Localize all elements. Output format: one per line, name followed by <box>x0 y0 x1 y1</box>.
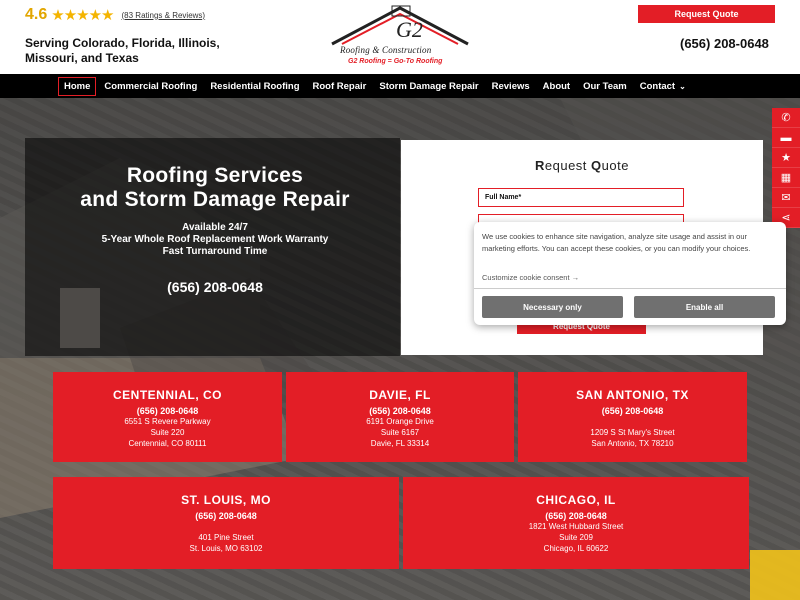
location-card-centennial[interactable]: CENTENNIAL, CO (656) 208-0648 6551 S Rev… <box>53 372 282 462</box>
location-phone[interactable]: (656) 208-0648 <box>53 511 399 521</box>
site-header: 4.6 ★★★★★ (83 Ratings & Reviews) Serving… <box>0 0 800 74</box>
full-name-field[interactable]: Full Name* <box>478 188 684 207</box>
location-address-line: Davie, FL 33314 <box>370 439 430 448</box>
rating-stars-icon: ★★★★★ <box>51 7 114 24</box>
location-address-line: Suite 6167 <box>380 428 420 437</box>
logo-wordmark: Roofing & Construction <box>340 45 432 55</box>
roof-logo-icon: G2 <box>331 5 469 46</box>
hero-feature-warranty: 5-Year Whole Roof Replacement Work Warra… <box>101 234 329 245</box>
cookie-divider <box>474 288 786 289</box>
form-title: Request Quote <box>535 158 629 173</box>
location-city: DAVIE, FL <box>369 388 431 402</box>
email-icon[interactable]: ✉ <box>772 188 800 208</box>
header-phone-link[interactable]: (656) 208-0648 <box>680 36 769 51</box>
hero-features: Available 24/7 5-Year Whole Roof Replace… <box>25 222 405 258</box>
hero-title-line1: Roofing Services <box>126 164 304 187</box>
location-address-line: Chicago, IL 60622 <box>543 544 609 553</box>
location-address-line <box>518 416 747 427</box>
hero-title: Roofing Services and Storm Damage Repair <box>25 164 405 212</box>
nav-storm-damage-repair[interactable]: Storm Damage Repair <box>379 81 478 92</box>
nav-commercial-roofing[interactable]: Commercial Roofing <box>104 81 197 92</box>
logo-tagline: G2 Roofing = Go-To Roofing <box>348 58 443 65</box>
service-area-text: Serving Colorado, Florida, Illinois, Mis… <box>25 36 220 65</box>
g2-logo[interactable]: G2 Roofing & Construction G2 Roofing = G… <box>320 4 480 70</box>
request-quote-button[interactable]: Request Quote <box>638 5 775 23</box>
main-nav: Home Commercial Roofing Residential Roof… <box>0 74 800 98</box>
nav-our-team[interactable]: Our Team <box>583 81 627 92</box>
nav-about[interactable]: About <box>543 81 570 92</box>
nav-residential-roofing[interactable]: Residential Roofing <box>210 81 299 92</box>
location-address-line: 6191 Orange Drive <box>366 417 434 426</box>
location-address-line: 1821 West Hubbard Street <box>528 522 624 531</box>
location-city: CHICAGO, IL <box>536 493 616 507</box>
rating-summary: 4.6 ★★★★★ (83 Ratings & Reviews) <box>25 6 205 24</box>
hero-feature-available: Available 24/7 <box>182 222 248 233</box>
nav-home[interactable]: Home <box>58 76 97 96</box>
location-address-line: St. Louis, MO 63102 <box>189 544 263 553</box>
side-contact-bar: ✆ ▬ ★ ▦ ✉ ⋖ <box>772 108 800 228</box>
location-phone[interactable]: (656) 208-0648 <box>518 406 747 416</box>
nav-contact[interactable]: Contact ⌄ <box>640 81 686 92</box>
ratings-reviews-link[interactable]: (83 Ratings & Reviews) <box>122 11 206 20</box>
phone-icon[interactable]: ✆ <box>772 108 800 128</box>
hero-feature-turnaround: Fast Turnaround Time <box>162 246 268 257</box>
rating-value: 4.6 <box>25 6 48 23</box>
cookie-message: We use cookies to enhance site navigatio… <box>482 232 751 253</box>
location-card-davie[interactable]: DAVIE, FL (656) 208-0648 6191 Orange Dri… <box>286 372 514 462</box>
location-phone[interactable]: (656) 208-0648 <box>403 511 749 521</box>
location-address-line: 401 Pine Street <box>198 533 254 542</box>
location-address-line: San Antonio, TX 78210 <box>591 439 674 448</box>
location-card-chicago[interactable]: CHICAGO, IL (656) 208-0648 1821 West Hub… <box>403 477 749 569</box>
calendar-icon[interactable]: ▦ <box>772 168 800 188</box>
necessary-only-button[interactable]: Necessary only <box>482 296 623 318</box>
location-card-san-antonio[interactable]: SAN ANTONIO, TX (656) 208-0648 1209 S St… <box>518 372 747 462</box>
nav-roof-repair[interactable]: Roof Repair <box>313 81 367 92</box>
location-city: SAN ANTONIO, TX <box>576 388 689 402</box>
location-address-line: Suite 209 <box>559 533 593 542</box>
full-name-label: Full Name* <box>485 194 522 201</box>
location-address-line: 6551 S Revere Parkway <box>124 417 211 426</box>
cookie-consent-banner: We use cookies to enhance site navigatio… <box>474 222 786 325</box>
location-phone[interactable]: (656) 208-0648 <box>286 406 514 416</box>
location-address-line: Suite 220 <box>150 428 185 437</box>
svg-text:G2: G2 <box>396 17 423 42</box>
location-address-line: Centennial, CO 80111 <box>128 439 207 448</box>
chat-icon[interactable]: ▬ <box>772 128 800 148</box>
location-city: ST. LOUIS, MO <box>181 493 271 507</box>
location-address-line: 1209 S St Mary's Street <box>590 428 675 437</box>
hero-phone-link[interactable]: (656) 208-0648 <box>25 279 405 295</box>
star-icon[interactable]: ★ <box>772 148 800 168</box>
nav-reviews[interactable]: Reviews <box>492 81 530 92</box>
customize-cookie-link[interactable]: Customize cookie consent → <box>482 273 579 282</box>
chevron-down-icon: ⌄ <box>679 81 686 91</box>
hero-title-line2: and Storm Damage Repair <box>80 188 350 211</box>
location-address-line <box>53 521 399 532</box>
location-city: CENTENNIAL, CO <box>113 388 222 402</box>
location-card-st-louis[interactable]: ST. LOUIS, MO (656) 208-0648 401 Pine St… <box>53 477 399 569</box>
enable-all-button[interactable]: Enable all <box>634 296 775 318</box>
location-phone[interactable]: (656) 208-0648 <box>53 406 282 416</box>
nav-contact-label: Contact <box>639 80 676 92</box>
